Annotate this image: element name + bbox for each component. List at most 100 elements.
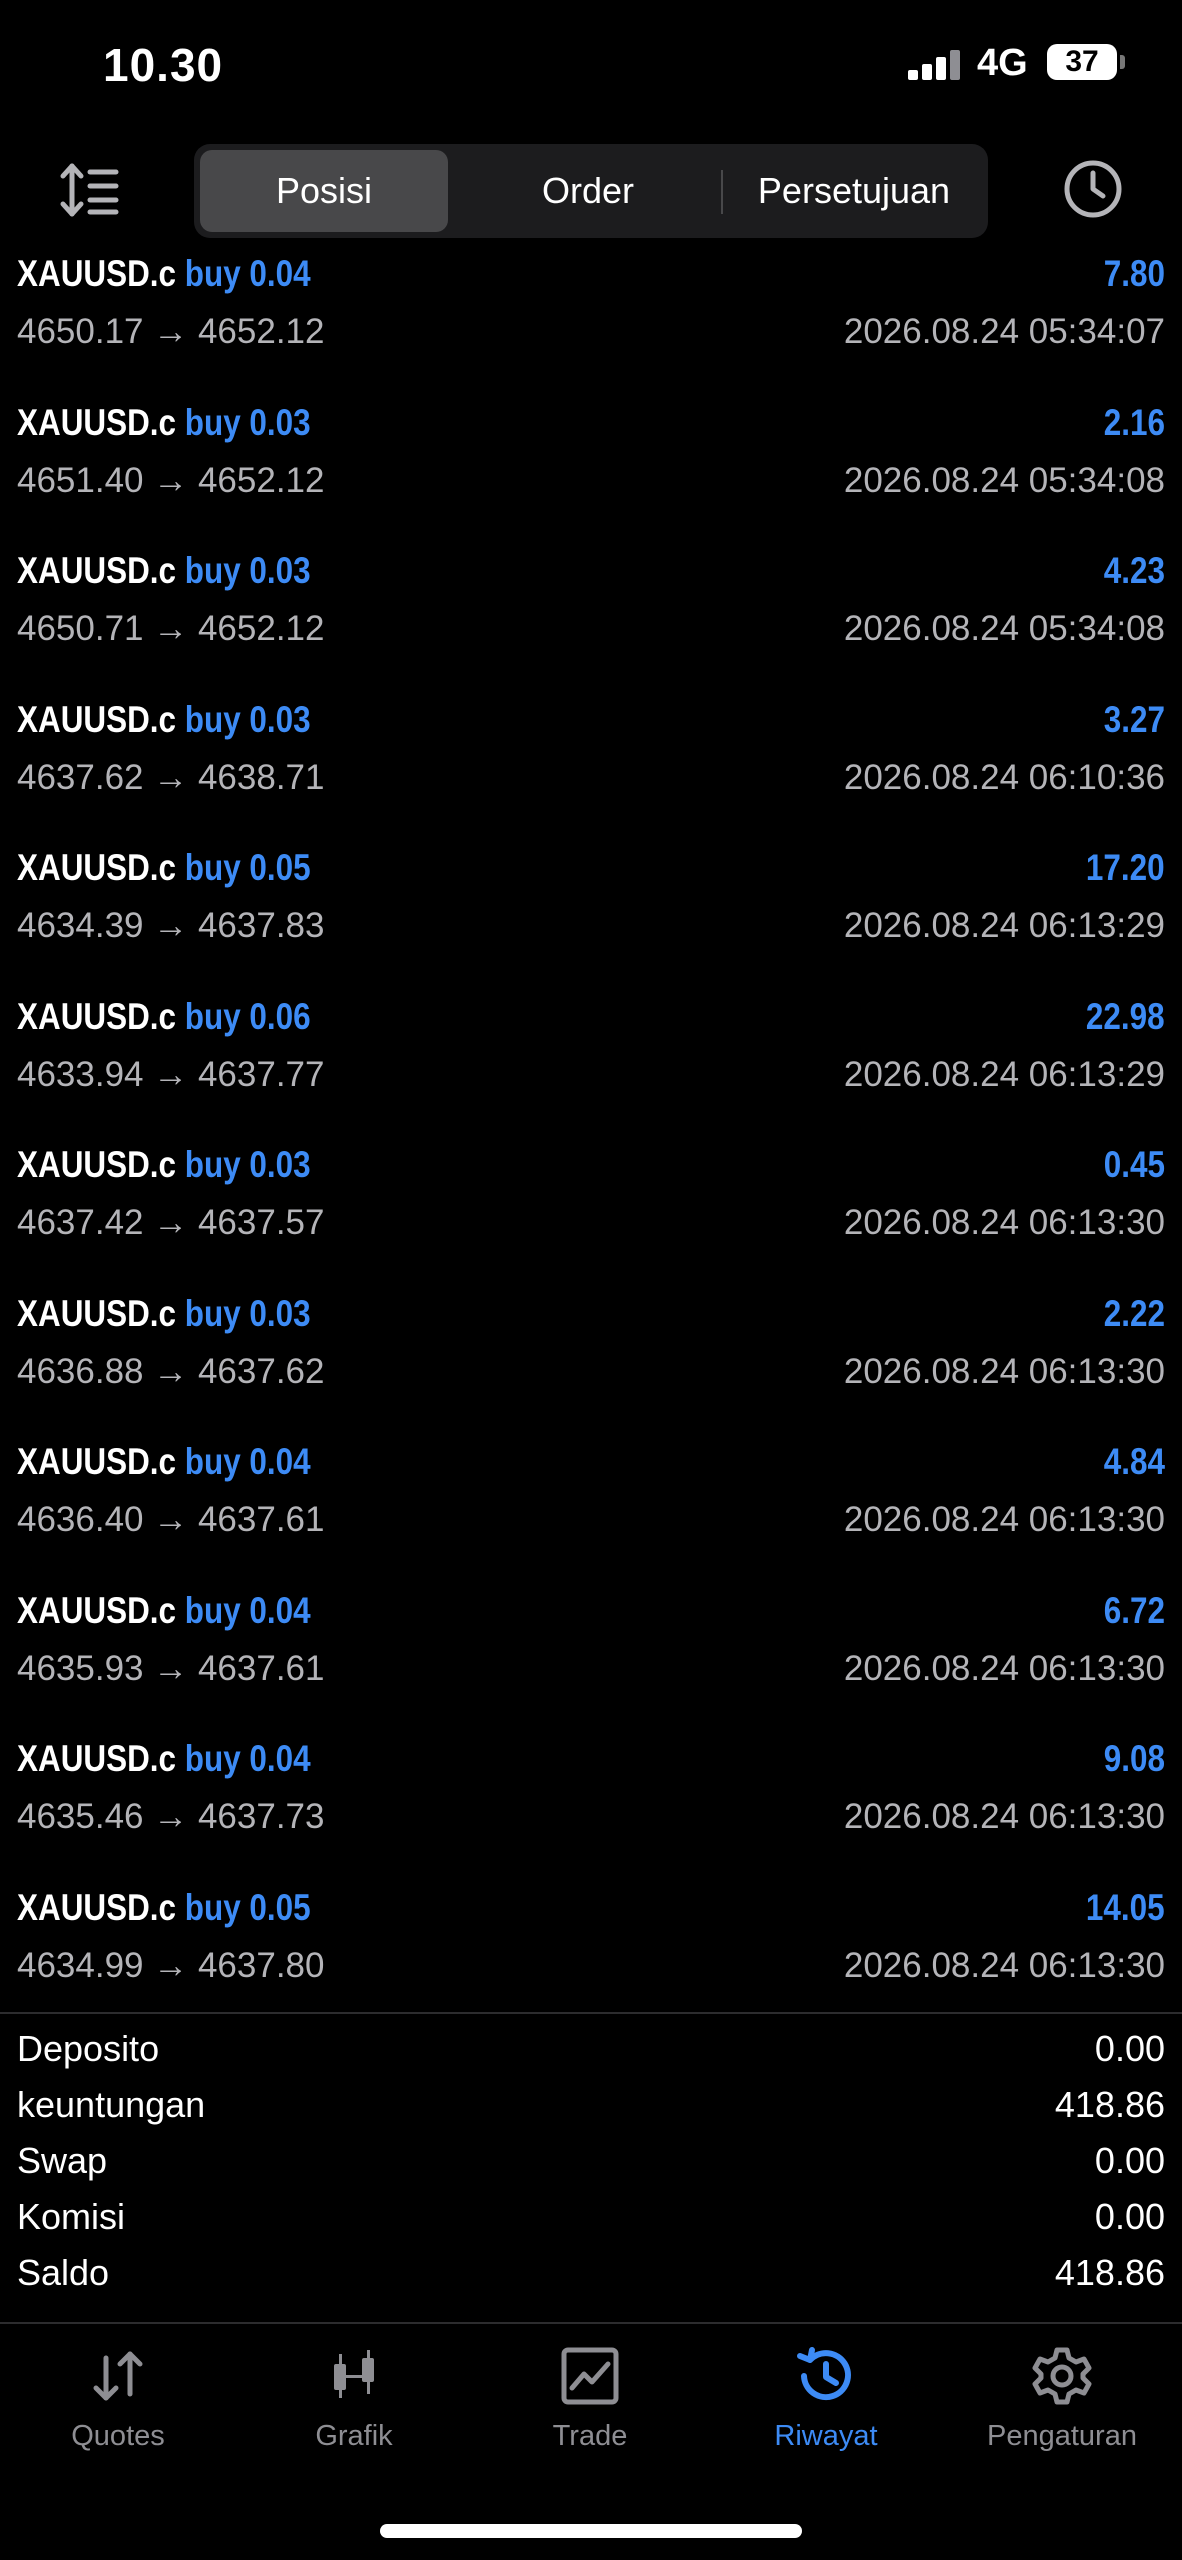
- trade-side-volume: buy 0.05: [184, 1886, 311, 1928]
- segment-divider: [721, 170, 723, 214]
- trade-symbol: XAUUSD.c buy 0.04: [17, 1738, 311, 1780]
- trade-chart-icon: [561, 2347, 619, 2405]
- trade-datetime: 2026.08.24 06:13:29: [843, 906, 1165, 945]
- trade-side-volume: buy 0.03: [184, 1144, 311, 1185]
- nav-riwayat[interactable]: Riwayat: [708, 2344, 944, 2453]
- trade-row[interactable]: XAUUSD.c buy 0.06 22.98 4633.94 → 4637.77 2…: [0, 991, 1182, 1140]
- trade-symbol: XAUUSD.c buy 0.04: [17, 253, 311, 295]
- summary-value: 0.00: [1094, 2196, 1165, 2237]
- trade-symbol: XAUUSD.c buy 0.04: [17, 1441, 311, 1483]
- summary-value: 418.86: [1054, 2252, 1165, 2293]
- trade-row[interactable]: XAUUSD.c buy 0.04 6.72 4635.93 → 4637.61 20…: [0, 1585, 1182, 1734]
- trade-side-volume: buy 0.03: [184, 401, 311, 443]
- trade-row[interactable]: XAUUSD.c buy 0.05 17.20 4634.39 → 4637.83 2…: [0, 842, 1182, 991]
- trade-history-list: XAUUSD.c buy 0.04 7.80 4650.17 → 4652.12 20…: [0, 248, 1182, 2030]
- trade-row[interactable]: XAUUSD.c buy 0.05 14.05 4634.99 → 4637.80 2…: [0, 1882, 1182, 2031]
- trade-profit: 4.84: [1103, 1441, 1165, 1482]
- summary-row: Deposito 0.00: [0, 2028, 1182, 2084]
- nav-grafik-label: Grafik: [315, 2420, 393, 2452]
- tab-persetujuan[interactable]: Persetujuan: [726, 150, 982, 232]
- summary-label: Saldo: [17, 2252, 110, 2293]
- trade-side-volume: buy 0.04: [184, 253, 311, 294]
- summary-label: keuntungan: [17, 2084, 206, 2125]
- trade-symbol: XAUUSD.c buy 0.05: [17, 1887, 311, 1929]
- home-indicator[interactable]: [380, 2524, 802, 2538]
- trade-symbol: XAUUSD.c buy 0.06: [17, 996, 311, 1038]
- trade-row[interactable]: XAUUSD.c buy 0.03 4.23 4650.71 → 4652.12 20…: [0, 545, 1182, 694]
- trade-symbol: XAUUSD.c buy 0.04: [17, 1590, 311, 1632]
- trade-profit: 2.16: [1103, 401, 1165, 443]
- nav-quotes-label: Quotes: [71, 2420, 165, 2452]
- symbol-name: XAUUSD.c: [17, 1886, 177, 1928]
- summary-row: keuntungan 418.86: [0, 2084, 1182, 2140]
- trade-datetime: 2026.08.24 05:34:08: [843, 460, 1165, 500]
- summary-row: Komisi 0.00: [0, 2196, 1182, 2252]
- trade-row[interactable]: XAUUSD.c buy 0.03 0.45 4637.42 → 4637.57 20…: [0, 1139, 1182, 1288]
- trade-profit: 7.80: [1103, 253, 1165, 294]
- trade-row[interactable]: XAUUSD.c buy 0.04 7.80 4650.17 → 4652.12 20…: [0, 248, 1182, 397]
- nav-trade[interactable]: Trade: [472, 2344, 708, 2453]
- trade-row[interactable]: XAUUSD.c buy 0.04 4.84 4636.40 → 4637.61 20…: [0, 1436, 1182, 1585]
- trade-row[interactable]: XAUUSD.c buy 0.04 9.08 4635.46 → 4637.73 20…: [0, 1733, 1182, 1882]
- trade-side-volume: buy 0.04: [184, 1738, 311, 1779]
- account-summary: Deposito 0.00 keuntungan 418.86 Swap 0.00 Komi…: [0, 2028, 1182, 2308]
- trade-prices: 4633.94 → 4637.77: [17, 1054, 325, 1094]
- trade-side-volume: buy 0.05: [184, 847, 311, 888]
- nav-quotes[interactable]: Quotes: [0, 2344, 236, 2453]
- trade-prices: 4650.71 → 4652.12: [17, 609, 325, 648]
- symbol-name: XAUUSD.c: [17, 1589, 177, 1631]
- status-bar: 10.30 4G 37: [0, 0, 1182, 130]
- symbol-name: XAUUSD.c: [17, 995, 177, 1037]
- nav-riwayat-label: Riwayat: [774, 2420, 878, 2452]
- trade-profit: 22.98: [1086, 995, 1165, 1037]
- trade-prices: 4634.39 → 4637.83: [17, 906, 325, 945]
- symbol-name: XAUUSD.c: [17, 847, 177, 888]
- trade-profit: 0.45: [1103, 1144, 1165, 1185]
- summary-label: Deposito: [17, 2028, 160, 2069]
- trade-profit: 6.72: [1103, 1589, 1165, 1631]
- clock-icon[interactable]: [1062, 158, 1124, 220]
- sort-icon[interactable]: [58, 158, 122, 222]
- summary-label: Komisi: [17, 2196, 126, 2237]
- trade-profit: 9.08: [1103, 1738, 1165, 1779]
- symbol-name: XAUUSD.c: [17, 550, 177, 591]
- trade-datetime: 2026.08.24 06:13:30: [843, 1797, 1165, 1836]
- battery-icon: 37: [1047, 44, 1117, 80]
- tab-order[interactable]: Order: [464, 150, 712, 232]
- trade-symbol: XAUUSD.c buy 0.05: [17, 847, 311, 889]
- gear-icon: [1032, 2347, 1092, 2405]
- trade-profit: 17.20: [1086, 847, 1165, 888]
- trade-datetime: 2026.08.24 06:10:36: [843, 757, 1165, 797]
- nav-grafik[interactable]: Grafik: [236, 2344, 472, 2453]
- symbol-name: XAUUSD.c: [17, 401, 177, 443]
- trade-row[interactable]: XAUUSD.c buy 0.03 3.27 4637.62 → 4638.71 20…: [0, 694, 1182, 843]
- trade-datetime: 2026.08.24 06:13:30: [843, 1351, 1165, 1391]
- trade-prices: 4637.62 → 4638.71: [17, 757, 325, 797]
- history-clock-icon: [797, 2347, 851, 2401]
- trade-symbol: XAUUSD.c buy 0.03: [17, 699, 311, 741]
- list-divider: [0, 2012, 1182, 2014]
- trade-row[interactable]: XAUUSD.c buy 0.03 2.16 4651.40 → 4652.12 20…: [0, 397, 1182, 546]
- tab-posisi[interactable]: Posisi: [200, 150, 448, 232]
- trade-row[interactable]: XAUUSD.c buy 0.03 2.22 4636.88 → 4637.62 20…: [0, 1288, 1182, 1437]
- trade-datetime: 2026.08.24 06:13:29: [843, 1054, 1165, 1094]
- network-type: 4G: [977, 42, 1028, 84]
- trade-datetime: 2026.08.24 06:13:30: [843, 1203, 1165, 1242]
- summary-value: 0.00: [1094, 2028, 1165, 2069]
- trade-prices: 4636.88 → 4637.62: [17, 1351, 325, 1391]
- candlestick-icon: [334, 2350, 374, 2398]
- nav-pengaturan-label: Pengaturan: [987, 2420, 1137, 2452]
- symbol-name: XAUUSD.c: [17, 1441, 177, 1482]
- trade-prices: 4636.40 → 4637.61: [17, 1500, 325, 1539]
- nav-pengaturan[interactable]: Pengaturan: [944, 2344, 1180, 2453]
- trade-symbol: XAUUSD.c buy 0.03: [17, 1293, 311, 1335]
- trade-side-volume: buy 0.04: [184, 1589, 311, 1631]
- symbol-name: XAUUSD.c: [17, 253, 177, 294]
- nav-trade-label: Trade: [552, 2420, 628, 2452]
- summary-row: Saldo 418.86: [0, 2252, 1182, 2308]
- trade-prices: 4651.40 → 4652.12: [17, 460, 325, 500]
- trade-datetime: 2026.08.24 05:34:07: [843, 312, 1165, 351]
- trade-symbol: XAUUSD.c buy 0.03: [17, 550, 311, 592]
- symbol-name: XAUUSD.c: [17, 1738, 177, 1779]
- trade-datetime: 2026.08.24 06:13:30: [843, 1500, 1165, 1539]
